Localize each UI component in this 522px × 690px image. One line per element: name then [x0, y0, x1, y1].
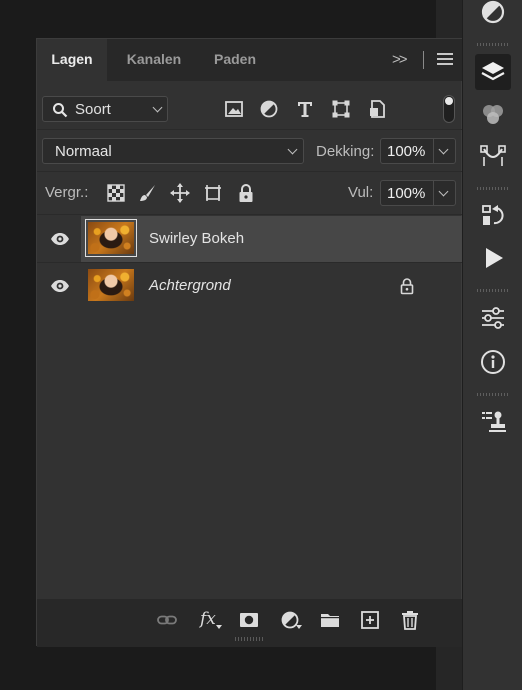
folder-icon[interactable]: [319, 609, 341, 631]
actions-panel-button[interactable]: [475, 240, 511, 276]
dock-grip[interactable]: [477, 289, 509, 292]
history-icon: [482, 205, 504, 225]
dock-grip[interactable]: [477, 393, 509, 396]
link-layers-icon[interactable]: [156, 609, 178, 631]
layer-name[interactable]: Achtergrond: [149, 277, 231, 294]
properties-panel-button[interactable]: [475, 300, 511, 336]
trash-icon[interactable]: [399, 609, 421, 631]
panel-menu-icon[interactable]: [437, 53, 453, 68]
visibility-toggle[interactable]: [37, 263, 81, 309]
dock-grip[interactable]: [477, 187, 509, 190]
filter-toggle-switch[interactable]: [443, 95, 455, 123]
layers-panel-button[interactable]: [475, 54, 511, 90]
tab-lagen[interactable]: Lagen: [37, 39, 107, 81]
eye-icon[interactable]: [50, 231, 70, 247]
fill-field[interactable]: 100%: [380, 180, 456, 206]
more-tabs-icon[interactable]: >>: [392, 51, 407, 68]
chevron-down-icon: [152, 102, 163, 113]
lock-transparent-pixels-icon[interactable]: [105, 182, 127, 204]
chevron-down-icon[interactable]: [438, 144, 449, 155]
layer-row-achtergrond[interactable]: Achtergrond: [37, 263, 463, 309]
sliders-icon: [482, 307, 504, 329]
opacity-field[interactable]: 100%: [380, 138, 456, 164]
channels-panel-button[interactable]: [475, 96, 511, 132]
fx-icon[interactable]: fx: [199, 609, 227, 631]
mask-icon[interactable]: [238, 609, 260, 631]
panel-tab-bar: Lagen Kanalen Paden >>: [37, 39, 463, 81]
adjustment-icon: [481, 0, 505, 24]
history-panel-button[interactable]: [475, 198, 511, 234]
info-icon: [481, 350, 505, 374]
lock-all-icon[interactable]: [235, 182, 257, 204]
layers-panel: Lagen Kanalen Paden >> Soort Normaal Dek…: [36, 38, 463, 647]
new-layer-icon[interactable]: [359, 609, 381, 631]
search-icon: [53, 103, 68, 118]
chevron-down-icon: [287, 144, 298, 155]
chevron-down-icon[interactable]: [438, 186, 449, 197]
tab-paden[interactable]: Paden: [199, 39, 271, 81]
layer-thumbnail[interactable]: [85, 219, 137, 257]
divider: [37, 171, 463, 172]
tab-separator: [423, 51, 424, 69]
lock-label: Vergr.:: [45, 184, 89, 201]
blend-mode-value: Normaal: [55, 143, 112, 160]
smart-object-filter-icon[interactable]: [366, 98, 388, 120]
resize-grip[interactable]: [235, 637, 263, 641]
play-icon: [486, 248, 503, 268]
adjustment-layer-icon[interactable]: [279, 609, 307, 631]
layer-row-swirley-bokeh[interactable]: Swirley Bokeh: [37, 216, 463, 262]
layer-thumbnail[interactable]: [88, 269, 134, 301]
lock-image-pixels-icon[interactable]: [137, 182, 159, 204]
fill-label: Vul:: [348, 184, 374, 201]
filter-kind-label: Soort: [75, 101, 111, 118]
paths-panel-button[interactable]: [475, 138, 511, 174]
visibility-toggle[interactable]: [37, 216, 81, 262]
layer-name[interactable]: Swirley Bokeh: [149, 230, 244, 247]
opacity-value: 100%: [387, 143, 426, 160]
clone-source-panel-button[interactable]: [475, 404, 511, 440]
blend-mode-select[interactable]: Normaal: [42, 138, 304, 164]
lock-position-icon[interactable]: [169, 182, 191, 204]
eye-icon[interactable]: [50, 278, 70, 294]
opacity-label: Dekking:: [316, 143, 375, 160]
divider: [37, 214, 463, 215]
fill-value: 100%: [387, 185, 426, 202]
fx-label: fx: [200, 609, 216, 629]
adjustments-panel-button[interactable]: [475, 0, 511, 30]
info-panel-button[interactable]: [475, 344, 511, 380]
filter-kind-select[interactable]: Soort: [42, 96, 168, 122]
adjustment-filter-icon[interactable]: [258, 98, 280, 120]
dock-grip[interactable]: [477, 43, 509, 46]
image-filter-icon[interactable]: [223, 98, 245, 120]
divider: [37, 129, 463, 130]
tab-kanalen[interactable]: Kanalen: [109, 39, 199, 81]
paths-icon: [480, 145, 506, 166]
type-filter-icon[interactable]: [294, 98, 316, 120]
shape-filter-icon[interactable]: [330, 98, 352, 120]
panel-dock-strip: [462, 0, 522, 690]
stamp-icon: [482, 411, 506, 432]
channels-icon: [483, 105, 503, 124]
layer-lock-icon[interactable]: [398, 277, 416, 295]
layers-icon: [481, 62, 505, 81]
lock-artboard-icon[interactable]: [202, 182, 224, 204]
